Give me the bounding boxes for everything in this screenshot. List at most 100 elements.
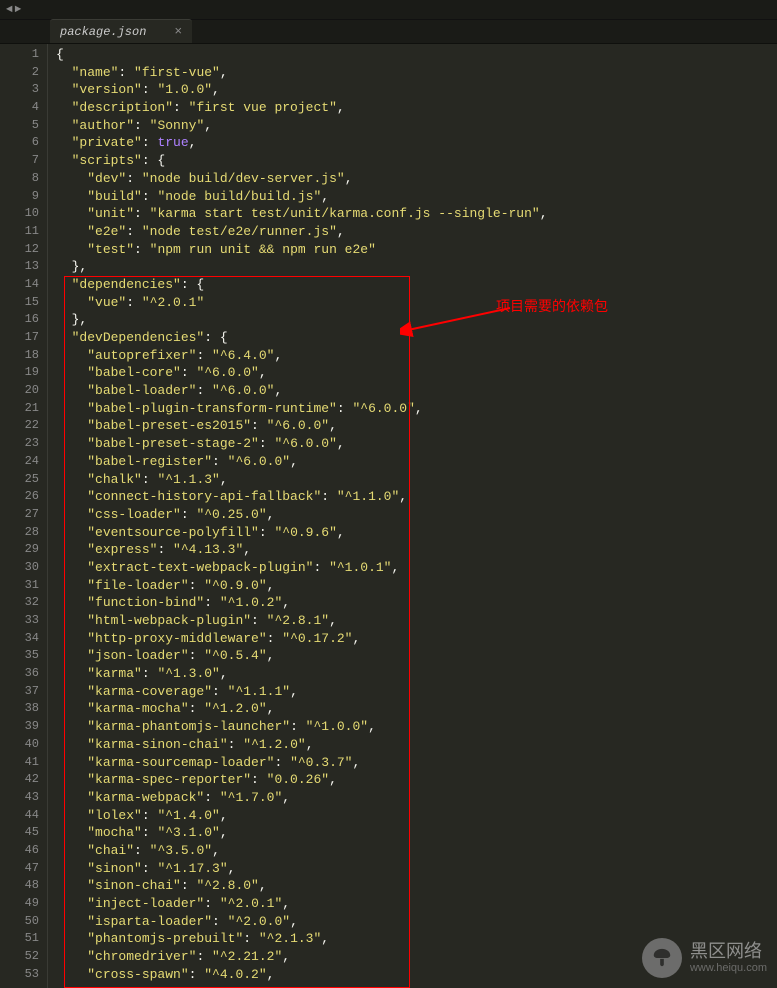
line-number: 45 <box>0 824 39 842</box>
line-number: 48 <box>0 877 39 895</box>
line-number: 17 <box>0 329 39 347</box>
watermark-url: www.heiqu.com <box>690 962 767 974</box>
code-line: "babel-register": "^6.0.0", <box>56 453 777 471</box>
code-line: "karma-sourcemap-loader": "^0.3.7", <box>56 754 777 772</box>
line-number: 23 <box>0 435 39 453</box>
code-line: "author": "Sonny", <box>56 117 777 135</box>
nav-forward-icon[interactable]: ► <box>15 4 22 16</box>
line-number: 8 <box>0 170 39 188</box>
line-number: 42 <box>0 771 39 789</box>
watermark: 黑区网络 www.heiqu.com <box>642 938 767 978</box>
code-line: "vue": "^2.0.1" <box>56 294 777 312</box>
line-number: 26 <box>0 488 39 506</box>
line-number: 7 <box>0 152 39 170</box>
line-number: 9 <box>0 188 39 206</box>
code-line: "karma-mocha": "^1.2.0", <box>56 700 777 718</box>
line-number: 44 <box>0 807 39 825</box>
code-line: { <box>56 46 777 64</box>
code-line: "karma": "^1.3.0", <box>56 665 777 683</box>
code-line: "e2e": "node test/e2e/runner.js", <box>56 223 777 241</box>
line-number: 11 <box>0 223 39 241</box>
code-line: "karma-phantomjs-launcher": "^1.0.0", <box>56 718 777 736</box>
line-number: 24 <box>0 453 39 471</box>
code-line: "karma-coverage": "^1.1.1", <box>56 683 777 701</box>
code-line: "inject-loader": "^2.0.1", <box>56 895 777 913</box>
line-number: 51 <box>0 930 39 948</box>
line-number: 38 <box>0 700 39 718</box>
line-number: 13 <box>0 258 39 276</box>
code-area[interactable]: { "name": "first-vue", "version": "1.0.0… <box>48 44 777 988</box>
line-number: 5 <box>0 117 39 135</box>
tab-bar: package.json × <box>0 20 777 44</box>
line-number: 41 <box>0 754 39 772</box>
code-line: "mocha": "^3.1.0", <box>56 824 777 842</box>
line-number: 40 <box>0 736 39 754</box>
nav-back-icon[interactable]: ◄ <box>6 4 13 16</box>
line-number: 12 <box>0 241 39 259</box>
line-number: 34 <box>0 630 39 648</box>
code-line: "babel-core": "^6.0.0", <box>56 364 777 382</box>
code-line: "karma-spec-reporter": "0.0.26", <box>56 771 777 789</box>
code-line: "css-loader": "^0.25.0", <box>56 506 777 524</box>
line-number: 21 <box>0 400 39 418</box>
line-number: 35 <box>0 647 39 665</box>
code-line: "function-bind": "^1.0.2", <box>56 594 777 612</box>
line-number: 30 <box>0 559 39 577</box>
line-number: 1 <box>0 46 39 64</box>
code-line: "private": true, <box>56 134 777 152</box>
line-number: 52 <box>0 948 39 966</box>
tab-title: package.json <box>60 25 146 39</box>
line-number: 28 <box>0 524 39 542</box>
line-number: 43 <box>0 789 39 807</box>
code-line: "http-proxy-middleware": "^0.17.2", <box>56 630 777 648</box>
line-number: 22 <box>0 417 39 435</box>
line-number: 16 <box>0 311 39 329</box>
code-line: "unit": "karma start test/unit/karma.con… <box>56 205 777 223</box>
line-number: 4 <box>0 99 39 117</box>
code-line: "dev": "node build/dev-server.js", <box>56 170 777 188</box>
code-line: "lolex": "^1.4.0", <box>56 807 777 825</box>
line-number: 46 <box>0 842 39 860</box>
editor[interactable]: 1234567891011121314151617181920212223242… <box>0 44 777 988</box>
code-line: "babel-plugin-transform-runtime": "^6.0.… <box>56 400 777 418</box>
code-line: "karma-webpack": "^1.7.0", <box>56 789 777 807</box>
tab-package-json[interactable]: package.json × <box>50 19 192 43</box>
window-top-bar: ◄ ► <box>0 0 777 20</box>
code-line: "babel-preset-es2015": "^6.0.0", <box>56 417 777 435</box>
code-line: "extract-text-webpack-plugin": "^1.0.1", <box>56 559 777 577</box>
mushroom-icon <box>642 938 682 978</box>
code-line: "name": "first-vue", <box>56 64 777 82</box>
code-line: "sinon-chai": "^2.8.0", <box>56 877 777 895</box>
code-line: "chai": "^3.5.0", <box>56 842 777 860</box>
code-line: "autoprefixer": "^6.4.0", <box>56 347 777 365</box>
line-number: 2 <box>0 64 39 82</box>
code-line: "json-loader": "^0.5.4", <box>56 647 777 665</box>
line-number: 18 <box>0 347 39 365</box>
line-number: 25 <box>0 471 39 489</box>
code-line: "connect-history-api-fallback": "^1.1.0"… <box>56 488 777 506</box>
code-line: "sinon": "^1.17.3", <box>56 860 777 878</box>
watermark-title: 黑区网络 <box>690 942 767 962</box>
code-line: "html-webpack-plugin": "^2.8.1", <box>56 612 777 630</box>
line-number: 31 <box>0 577 39 595</box>
line-number: 19 <box>0 364 39 382</box>
line-gutter: 1234567891011121314151617181920212223242… <box>0 44 48 988</box>
code-line: "express": "^4.13.3", <box>56 541 777 559</box>
line-number: 53 <box>0 966 39 984</box>
line-number: 32 <box>0 594 39 612</box>
code-line: "isparta-loader": "^2.0.0", <box>56 913 777 931</box>
code-line: "dependencies": { <box>56 276 777 294</box>
code-line: }, <box>56 311 777 329</box>
line-number: 47 <box>0 860 39 878</box>
code-line: "file-loader": "^0.9.0", <box>56 577 777 595</box>
code-line: "test": "npm run unit && npm run e2e" <box>56 241 777 259</box>
line-number: 15 <box>0 294 39 312</box>
line-number: 27 <box>0 506 39 524</box>
code-line: "build": "node build/build.js", <box>56 188 777 206</box>
line-number: 29 <box>0 541 39 559</box>
nav-arrows: ◄ ► <box>6 4 21 16</box>
close-icon[interactable]: × <box>174 24 182 39</box>
line-number: 50 <box>0 913 39 931</box>
line-number: 36 <box>0 665 39 683</box>
line-number: 20 <box>0 382 39 400</box>
